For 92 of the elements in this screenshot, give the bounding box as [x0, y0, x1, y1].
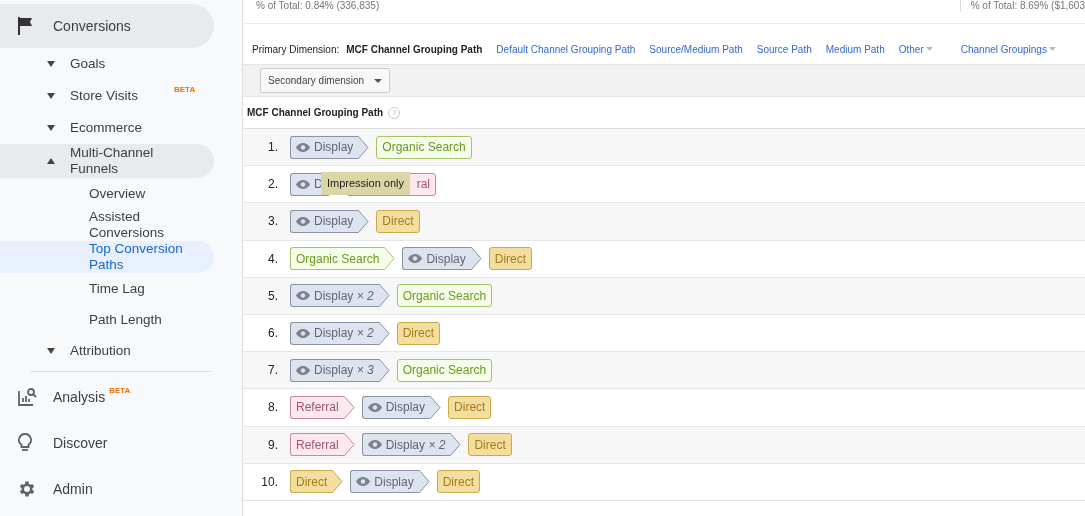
channel-chip: Direct: [436, 470, 481, 494]
beta-label: BETA: [174, 84, 196, 96]
nav-subitem[interactable]: Top Conversion Paths: [0, 241, 214, 273]
channel-chip: Direct: [488, 247, 533, 271]
caret-icon: [47, 348, 55, 354]
chip-arrow: [378, 358, 390, 382]
row-number: 9.: [267, 436, 279, 454]
nav-label: Analysis: [53, 387, 106, 407]
nav-label: Attribution: [70, 343, 132, 359]
dimension-link[interactable]: Source/Medium Path: [649, 41, 743, 57]
column-header: MCF Channel Grouping Path: [247, 106, 384, 120]
eye-icon: [296, 179, 310, 189]
row-number: 4.: [267, 250, 279, 268]
chip-arrow: [378, 284, 390, 308]
chip-arrow: [384, 247, 396, 271]
channel-chip: Organic Search: [396, 284, 493, 308]
dimension-link[interactable]: Source Path: [756, 41, 812, 57]
eye-icon: [296, 291, 310, 301]
chip-arrow: [418, 470, 430, 494]
channel-chip: Organic Search: [376, 135, 472, 159]
nav-subitem[interactable]: Ecommerce: [0, 112, 214, 144]
eye-icon: [296, 216, 310, 226]
nav-item[interactable]: Discover: [0, 421, 214, 465]
nav-subitem[interactable]: Store Visits BETA: [0, 80, 214, 112]
lightbulb-icon: [17, 433, 33, 453]
dimension-link[interactable]: Medium Path: [825, 41, 885, 57]
chip-arrow: [343, 395, 355, 419]
row-number: 7.: [267, 362, 279, 380]
chip-arrow: [358, 209, 370, 233]
caret-icon: [47, 93, 55, 99]
settings-icon: [17, 479, 37, 499]
channel-chip: Direct: [396, 321, 441, 345]
channel-chip: Direct: [468, 433, 512, 457]
chip-arrow: [450, 433, 462, 457]
chip-arrow: [378, 321, 390, 345]
channel-chip: Organic Search: [396, 358, 493, 382]
eye-icon: [296, 142, 310, 152]
nav-label: Store Visits: [70, 88, 140, 104]
summary-text: % of Total: 8.69% ($1,603: [959, 0, 1085, 12]
eye-icon: [408, 254, 423, 264]
row-number: 3.: [267, 213, 279, 231]
caret-icon: [47, 125, 55, 131]
eye-icon: [356, 477, 371, 487]
dimension-link[interactable]: Other: [898, 41, 933, 57]
nav-subitem[interactable]: Multi-Channel Funnels: [0, 144, 214, 178]
nav-subitem[interactable]: Time Lag: [0, 273, 214, 304]
nav-item[interactable]: Analysis BETA: [0, 375, 214, 419]
eye-icon: [367, 440, 382, 450]
primary-dimension-label: Primary Dimension:: [252, 42, 340, 57]
channel-chip: Direct: [376, 209, 420, 233]
row-number: 5.: [267, 287, 279, 305]
channel-chip: Direct: [448, 395, 492, 419]
nav-label: Conversions: [53, 16, 131, 36]
summary-text: % of Total: 0.84% (336,835): [256, 0, 381, 12]
nav-label: Ecommerce: [70, 120, 143, 136]
caret-icon: [374, 78, 383, 83]
nav-subitem[interactable]: Overview: [0, 178, 214, 209]
flag-icon: [17, 17, 33, 35]
nav-item[interactable]: Admin: [0, 467, 214, 511]
chip-arrow: [470, 247, 482, 271]
nav-subitem[interactable]: Attribution: [0, 335, 214, 367]
nav-subitem[interactable]: Path Length: [0, 304, 214, 335]
eye-icon: [296, 328, 310, 338]
row-number: 1.: [267, 139, 279, 157]
chip-arrow: [343, 433, 355, 457]
tooltip: Impression only: [321, 172, 411, 195]
nav-subitem[interactable]: Assisted Conversions: [0, 209, 214, 241]
dimension-link[interactable]: Default Channel Grouping Path: [496, 41, 636, 57]
caret-icon: [925, 47, 933, 51]
chip-arrow: [358, 135, 370, 159]
chip-arrow: [430, 395, 442, 419]
chip-arrow: [332, 470, 344, 494]
nav-label: Multi-Channel Funnels: [70, 145, 155, 177]
secondary-dimension-dropdown[interactable]: Secondary dimension: [260, 68, 391, 93]
dimension-link[interactable]: MCF Channel Grouping Path: [346, 41, 483, 57]
eye-icon: [367, 402, 382, 412]
chart-search-icon: [17, 387, 37, 407]
dimension-link[interactable]: Channel Groupings: [960, 41, 1056, 57]
nav-item[interactable]: Conversions: [0, 4, 214, 48]
eye-icon: [296, 365, 310, 375]
row-number: 10.: [260, 473, 279, 491]
caret-icon: [47, 61, 55, 67]
row-number: 2.: [267, 176, 279, 194]
row-number: 6.: [267, 325, 279, 343]
nav-subitem[interactable]: Goals: [0, 48, 214, 80]
caret-icon: [1048, 47, 1056, 51]
caret-icon: [47, 158, 55, 164]
beta-label: BETA: [109, 385, 131, 397]
nav-label: Discover: [53, 433, 108, 453]
nav-label: Goals: [70, 56, 107, 72]
nav-label: Admin: [53, 479, 93, 499]
row-number: 8.: [267, 399, 279, 417]
